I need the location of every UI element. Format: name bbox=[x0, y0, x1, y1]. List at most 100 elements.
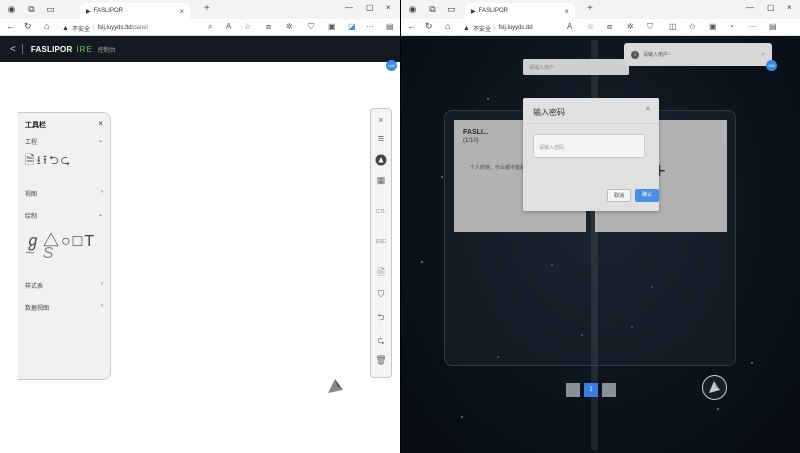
profile-sync-icon[interactable]: ◔ bbox=[729, 22, 734, 31]
pager-page[interactable]: 1 bbox=[584, 383, 598, 397]
extension-icon[interactable]: ⧈ bbox=[266, 22, 271, 32]
section-draw[interactable]: 绘制 ⌄ bbox=[25, 211, 103, 220]
chevron-down-icon: ⌄ bbox=[97, 212, 103, 218]
workspaces-icon[interactable]: ⧉ bbox=[26, 4, 37, 15]
project-tool-icons[interactable]: 🗎⭳⭱⮌⮎ bbox=[25, 151, 72, 172]
profile-icon[interactable]: ◉ bbox=[407, 4, 418, 15]
section-view[interactable]: 视图 › bbox=[25, 189, 103, 198]
browser-window-left: ◉ ⧉ ▭ ▶ FASLIPOR × + — ▢ × ← ↻ ⌂ ▲ 不安全 |… bbox=[0, 0, 400, 453]
maximize-icon[interactable]: ▢ bbox=[767, 3, 775, 12]
menu-icon[interactable]: ≡ bbox=[371, 133, 391, 145]
avatar[interactable]: UM bbox=[766, 60, 777, 71]
favorites-bar-icon[interactable]: ✩ bbox=[689, 22, 696, 31]
read-aloud-icon[interactable]: ⌕ bbox=[208, 22, 212, 32]
toolbar-panel: 工具栏 × 工程 ⌄ 🗎⭳⭱⮌⮎ 视图 › 绘制 ⌄ ℊ△○□T ~ S 样式表… bbox=[18, 112, 111, 380]
brand-name: FASLIPOR bbox=[30, 44, 73, 54]
undo-icon[interactable]: ⮌ bbox=[371, 310, 391, 326]
tab-bar: ◉ ⧉ ▭ ▶ FASLIPOR × + — ▢ × bbox=[401, 0, 800, 19]
url-path: /panel bbox=[131, 25, 148, 31]
minimize-icon[interactable]: — bbox=[345, 3, 353, 12]
close-window-icon[interactable]: × bbox=[386, 3, 391, 12]
tab-bar: ◉ ⧉ ▭ ▶ FASLIPOR × + — ▢ × bbox=[0, 0, 400, 19]
collections-icon[interactable]: ▣ bbox=[709, 22, 717, 31]
toolbar-title: 工具栏 bbox=[25, 122, 46, 129]
tab-actions-icon[interactable]: ▭ bbox=[45, 4, 56, 15]
right-toolbar: × ≡ ▦ CTL ESC 🗎 ⛉ ⮌ ⮎ 🗑 bbox=[370, 108, 392, 378]
back-icon[interactable]: ← bbox=[6, 21, 15, 31]
chevron-right-icon: › bbox=[101, 281, 103, 287]
security-label: 不安全 bbox=[71, 26, 90, 33]
username-field[interactable]: 请输入用户 bbox=[523, 59, 629, 75]
split-screen-icon[interactable]: ◫ bbox=[669, 22, 677, 31]
esc-button[interactable]: ESC bbox=[371, 239, 391, 245]
close-tab-icon[interactable]: × bbox=[179, 7, 184, 16]
info-icon: i bbox=[631, 50, 639, 59]
browser-tab[interactable]: ▶ FASLIPOR × bbox=[465, 3, 575, 19]
workspaces-icon[interactable]: ⧉ bbox=[427, 4, 438, 15]
sidebar-icon[interactable]: ◪ bbox=[348, 22, 356, 31]
back-icon[interactable]: ← bbox=[407, 21, 416, 31]
save-icon[interactable]: 🗎 bbox=[371, 265, 391, 281]
close-toolbar-icon[interactable]: × bbox=[98, 119, 103, 128]
settings-icon[interactable]: ✲ bbox=[627, 22, 634, 31]
close-icon[interactable]: × bbox=[371, 115, 391, 125]
breadcrumb: 控制台 bbox=[97, 47, 116, 54]
confirm-button[interactable]: 确认 bbox=[635, 189, 659, 202]
extension-icon[interactable]: ⧈ bbox=[607, 22, 612, 32]
profile-icon[interactable]: ◉ bbox=[6, 4, 17, 15]
section-stylesheet[interactable]: 样式表 › bbox=[25, 281, 103, 290]
settings-icon[interactable]: ✲ bbox=[286, 22, 293, 31]
password-input[interactable]: 请输入密码 bbox=[533, 134, 645, 158]
refresh-icon[interactable]: ↻ bbox=[425, 21, 433, 32]
faslipor-logo-icon[interactable] bbox=[702, 375, 727, 400]
close-window-icon[interactable]: × bbox=[787, 3, 792, 12]
shield-icon[interactable]: ⛉ bbox=[371, 289, 391, 300]
more-icon[interactable]: ··· bbox=[749, 22, 757, 31]
section-project[interactable]: 工程 ⌄ bbox=[25, 137, 103, 146]
pager-prev[interactable] bbox=[566, 383, 580, 397]
collections-icon[interactable]: ▣ bbox=[328, 22, 336, 31]
redo-icon[interactable]: ⮎ bbox=[371, 333, 391, 349]
url-field[interactable]: ▲ 不安全 | fslj.luyyds.ltd bbox=[463, 22, 533, 34]
home-icon[interactable]: ⌂ bbox=[445, 21, 450, 31]
ctl-button[interactable]: CTL bbox=[371, 209, 391, 215]
header-divider bbox=[21, 44, 23, 54]
copilot-icon[interactable]: ▤ bbox=[769, 22, 777, 31]
favorite-icon[interactable]: ☆ bbox=[244, 22, 251, 31]
trash-icon[interactable]: 🗑 bbox=[371, 355, 391, 366]
back-button[interactable]: < bbox=[10, 44, 16, 55]
logo-badge-icon[interactable] bbox=[371, 154, 391, 168]
dialog-close-icon[interactable]: × bbox=[646, 106, 650, 113]
text-icon[interactable]: A bbox=[226, 22, 231, 31]
section-label: 工程 bbox=[25, 140, 38, 146]
dialog-divider bbox=[523, 123, 659, 124]
cancel-button[interactable]: 取消 bbox=[607, 189, 631, 202]
minimize-icon[interactable]: — bbox=[746, 3, 754, 12]
copilot-icon[interactable]: ▤ bbox=[386, 22, 394, 31]
address-bar: ← ↻ ⌂ ▲ 不安全 | fslj.luyyds.ltd /panel ⌕ A… bbox=[0, 19, 400, 36]
more-icon[interactable]: ··· bbox=[366, 22, 374, 31]
url-host: fslj.luyyds.ltd bbox=[498, 25, 533, 31]
browser-tab[interactable]: ▶ FASLIPOR × bbox=[80, 3, 190, 19]
text-icon[interactable]: A bbox=[567, 22, 572, 31]
browser-essentials-icon[interactable]: ⛉ bbox=[308, 22, 314, 32]
refresh-icon[interactable]: ↻ bbox=[24, 21, 32, 32]
new-tab-button[interactable]: + bbox=[587, 3, 593, 14]
toast-close-icon[interactable]: × bbox=[761, 52, 765, 58]
url-field[interactable]: ▲ 不安全 | fslj.luyyds.ltd /panel bbox=[62, 22, 148, 34]
chevron-right-icon: › bbox=[101, 189, 103, 195]
home-icon[interactable]: ⌂ bbox=[44, 21, 49, 31]
draw-line-icons[interactable]: ~ S bbox=[25, 245, 55, 263]
tab-actions-icon[interactable]: ▭ bbox=[446, 4, 457, 15]
layers-icon[interactable]: ▦ bbox=[371, 175, 391, 186]
tab-title: FASLIPOR bbox=[478, 8, 508, 14]
pager-next[interactable] bbox=[602, 383, 616, 397]
section-dataview[interactable]: 数据视图 › bbox=[25, 303, 103, 312]
new-tab-button[interactable]: + bbox=[204, 3, 210, 14]
dialog-title: 输入密码 bbox=[533, 108, 565, 117]
favorite-icon[interactable]: ☆ bbox=[587, 22, 594, 31]
browser-essentials-icon[interactable]: ⛉ bbox=[647, 22, 653, 32]
avatar[interactable]: UM bbox=[386, 60, 397, 71]
close-tab-icon[interactable]: × bbox=[564, 7, 569, 16]
maximize-icon[interactable]: ▢ bbox=[366, 3, 374, 12]
